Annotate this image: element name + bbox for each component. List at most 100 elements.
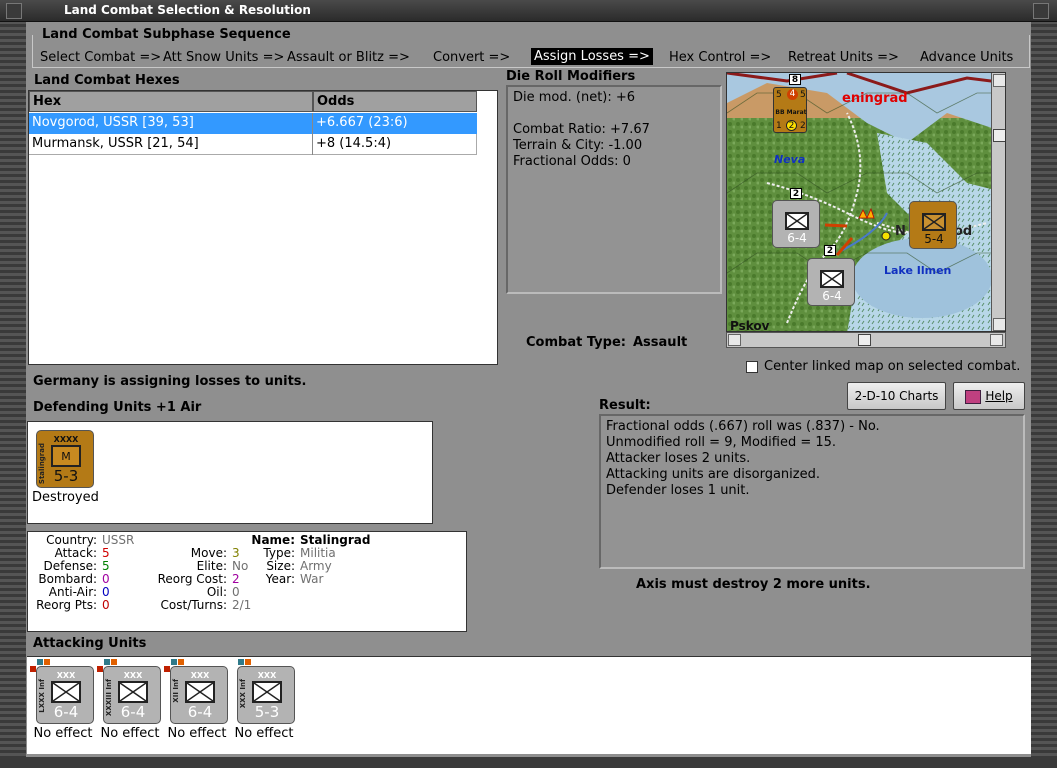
- status-dot-icon: [30, 666, 36, 672]
- map-terrain: [727, 73, 1005, 331]
- scroll-left-icon[interactable]: [728, 334, 741, 346]
- map-unit-bb-marat[interactable]: 5 4 5 BB Marat 1 2 2: [773, 87, 807, 133]
- result-title: Result:: [599, 398, 651, 413]
- stack-count: 8: [789, 74, 801, 85]
- costturns-value: 2/1: [232, 598, 252, 612]
- unit-value: 5-3: [254, 703, 280, 721]
- status-dot-icon: [104, 659, 110, 665]
- title-bar: Land Combat Selection & Resolution: [0, 0, 1057, 22]
- attacking-effect: No effect: [100, 726, 160, 741]
- table-row[interactable]: Novgorod, USSR [39, 53] +6.667 (23:6): [29, 113, 477, 134]
- hex-cell: Novgorod, USSR [39, 53]: [29, 113, 313, 134]
- marat-num: 5: [776, 90, 782, 100]
- map-label-novgorod: N: [895, 224, 906, 239]
- system-menu-icon[interactable]: [6, 3, 22, 19]
- attacking-unit[interactable]: XXX XII Inf 6-4: [170, 666, 228, 724]
- help-book-icon: [965, 389, 982, 404]
- marat-num: 2: [786, 120, 797, 131]
- window-frame-left: [0, 22, 26, 768]
- status-dot-icon: [37, 659, 43, 665]
- militia-icon: M: [51, 445, 81, 467]
- unit-type-letter: M: [61, 450, 71, 463]
- drm-spacer: [513, 106, 715, 122]
- costturns-label: Cost/Turns:: [160, 598, 227, 612]
- drm-net: Die mod. (net): +6: [513, 90, 636, 105]
- map-unit-xii[interactable]: 6-4: [807, 258, 855, 306]
- col-hex[interactable]: Hex: [29, 91, 313, 112]
- infantry-icon: [820, 270, 844, 288]
- scroll-thumb[interactable]: [858, 334, 871, 346]
- result-line: Defender loses 1 unit.: [606, 483, 750, 498]
- hexes-title: Land Combat Hexes: [34, 73, 180, 88]
- center-map-checkbox[interactable]: [746, 361, 758, 373]
- marat-num: 5: [800, 90, 806, 100]
- unit-value: 6-4: [787, 231, 807, 245]
- step-retreat: Retreat Units =>: [788, 50, 899, 65]
- attacking-effect: No effect: [167, 726, 227, 741]
- map-vscrollbar[interactable]: [991, 73, 1005, 331]
- step-hex-control: Hex Control =>: [669, 50, 772, 65]
- attacking-title: Attacking Units: [33, 636, 147, 651]
- combat-type-value: Assault: [633, 335, 688, 350]
- drm-fractional: Fractional Odds: 0: [513, 154, 631, 169]
- odds-cell: +6.667 (23:6): [316, 115, 408, 130]
- scroll-down-icon[interactable]: [993, 318, 1005, 331]
- scroll-up-icon[interactable]: [993, 74, 1005, 87]
- map-label-lake: Lake Ilmen: [884, 264, 952, 277]
- window-title: Land Combat Selection & Resolution: [64, 3, 311, 17]
- attacking-unit[interactable]: XXX XXXIII Inf 6-4: [103, 666, 161, 724]
- attacking-effect: No effect: [33, 726, 93, 741]
- attacking-unit[interactable]: XXX XXX Inf 5-3: [237, 666, 295, 724]
- militia-icon: [922, 213, 946, 231]
- step-assault-blitz: Assault or Blitz =>: [287, 50, 410, 65]
- map-label-pskov: Pskov: [730, 319, 770, 332]
- odds-cell: +8 (14.5:4): [313, 134, 477, 155]
- map-label-leningrad: eningrad: [842, 91, 908, 106]
- linked-map[interactable]: eningrad Neva N od Lake Ilmen Pskov 5 4 …: [726, 72, 1006, 332]
- charts-button[interactable]: 2-D-10 Charts: [847, 382, 946, 410]
- unit-name: XII Inf: [172, 679, 180, 703]
- infantry-icon: [785, 212, 809, 230]
- unit-value: 5-4: [924, 232, 944, 246]
- hex-cell: Murmansk, USSR [21, 54]: [29, 134, 313, 155]
- combat-type-label: Combat Type:: [526, 335, 626, 350]
- drm-terrain: Terrain & City: -1.00: [513, 138, 643, 153]
- result-line: Attacking units are disorganized.: [606, 467, 820, 482]
- table-row[interactable]: Murmansk, USSR [21, 54] +8 (14.5:4): [29, 134, 477, 155]
- window-frame-right: [1031, 22, 1057, 768]
- scroll-right-icon[interactable]: [990, 334, 1003, 346]
- step-assign-losses: Assign Losses =>: [531, 48, 653, 65]
- close-icon[interactable]: [1033, 3, 1049, 19]
- hexes-table: Hex Odds Novgorod, USSR [39, 53] +6.667 …: [28, 90, 498, 365]
- status-dot-icon: [171, 659, 177, 665]
- attacking-effect: No effect: [234, 726, 294, 741]
- year-label: Year:: [265, 572, 295, 586]
- help-button[interactable]: Help: [953, 382, 1025, 410]
- defending-unit-stalingrad[interactable]: XXXX Stalingrad M 5-3: [36, 430, 94, 488]
- infantry-icon: [51, 681, 81, 703]
- help-label: Help: [985, 389, 1013, 403]
- map-unit-lxxx[interactable]: 6-4: [772, 200, 820, 248]
- scroll-thumb[interactable]: [993, 129, 1005, 142]
- year-value: War: [300, 572, 324, 586]
- center-map-label: Center linked map on selected combat.: [764, 359, 1021, 374]
- marat-num: 1: [776, 121, 782, 131]
- infantry-icon: [118, 681, 148, 703]
- result-footer: Axis must destroy 2 more units.: [636, 577, 871, 592]
- reorgpts-value: 0: [102, 598, 110, 612]
- status-dot-icon: [44, 659, 50, 665]
- drm-title: Die Roll Modifiers: [506, 69, 636, 84]
- result-line: Attacker loses 2 units.: [606, 451, 751, 466]
- col-odds[interactable]: Odds: [313, 91, 477, 112]
- result-line: Fractional odds (.667) roll was (.837) -…: [606, 419, 880, 434]
- stack-count: 2: [790, 188, 802, 199]
- unit-value: 5-3: [53, 467, 79, 485]
- attacking-unit[interactable]: XXX LXXX Inf 6-4: [36, 666, 94, 724]
- unit-value: 6-4: [822, 289, 842, 303]
- status-dot-icon: [164, 666, 170, 672]
- map-hscrollbar[interactable]: [726, 332, 1006, 348]
- reorgpts-label: Reorg Pts:: [36, 598, 97, 612]
- marat-num: 4: [787, 89, 798, 100]
- map-unit-militia[interactable]: 5-4: [909, 201, 957, 249]
- step-advance: Advance Units: [920, 50, 1014, 65]
